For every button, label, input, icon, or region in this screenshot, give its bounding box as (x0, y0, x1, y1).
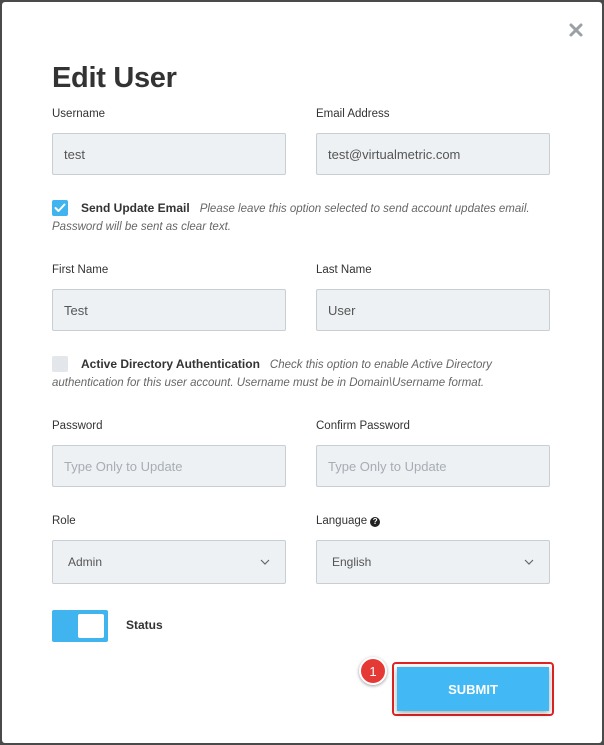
first-name-label: First Name (52, 264, 109, 276)
close-icon[interactable] (567, 21, 585, 39)
email-label: Email Address (316, 108, 390, 120)
username-label: Username (52, 108, 106, 120)
status-label: Status (126, 618, 163, 632)
email-input[interactable] (316, 133, 550, 175)
page-title: Edit User (52, 62, 177, 94)
confirm-password-input[interactable] (316, 445, 550, 487)
active-directory-label: Active Directory Authentication (81, 357, 260, 371)
send-update-email-option: Send Update Email Please leave this optio… (52, 199, 552, 236)
password-input[interactable] (52, 445, 286, 487)
last-name-input[interactable] (316, 289, 550, 331)
role-selected-value: Admin (68, 555, 103, 569)
step-badge: 1 (359, 657, 387, 685)
username-input[interactable] (52, 133, 286, 175)
role-select[interactable]: Admin (52, 540, 286, 584)
language-selected-value: English (332, 555, 372, 569)
role-label: Role (52, 515, 76, 527)
confirm-password-label: Confirm Password (316, 420, 410, 432)
status-toggle[interactable] (52, 610, 108, 642)
edit-user-modal: Edit User Username Email Address Send Up… (2, 2, 602, 743)
active-directory-option: Active Directory Authentication Check thi… (52, 355, 552, 392)
send-update-email-label: Send Update Email (81, 201, 190, 215)
toggle-knob (78, 614, 104, 638)
language-label: Language (316, 515, 368, 527)
chevron-down-icon (524, 559, 534, 565)
submit-button[interactable]: SUBMIT (397, 667, 549, 711)
password-label: Password (52, 420, 103, 432)
submit-highlight: SUBMIT (392, 662, 554, 716)
question-circle-icon[interactable]: ? (370, 517, 381, 527)
last-name-label: Last Name (316, 264, 372, 276)
first-name-input[interactable] (52, 289, 286, 331)
language-select[interactable]: English (316, 540, 550, 584)
chevron-down-icon (260, 559, 270, 565)
language-label-wrap: Language? (316, 515, 381, 527)
